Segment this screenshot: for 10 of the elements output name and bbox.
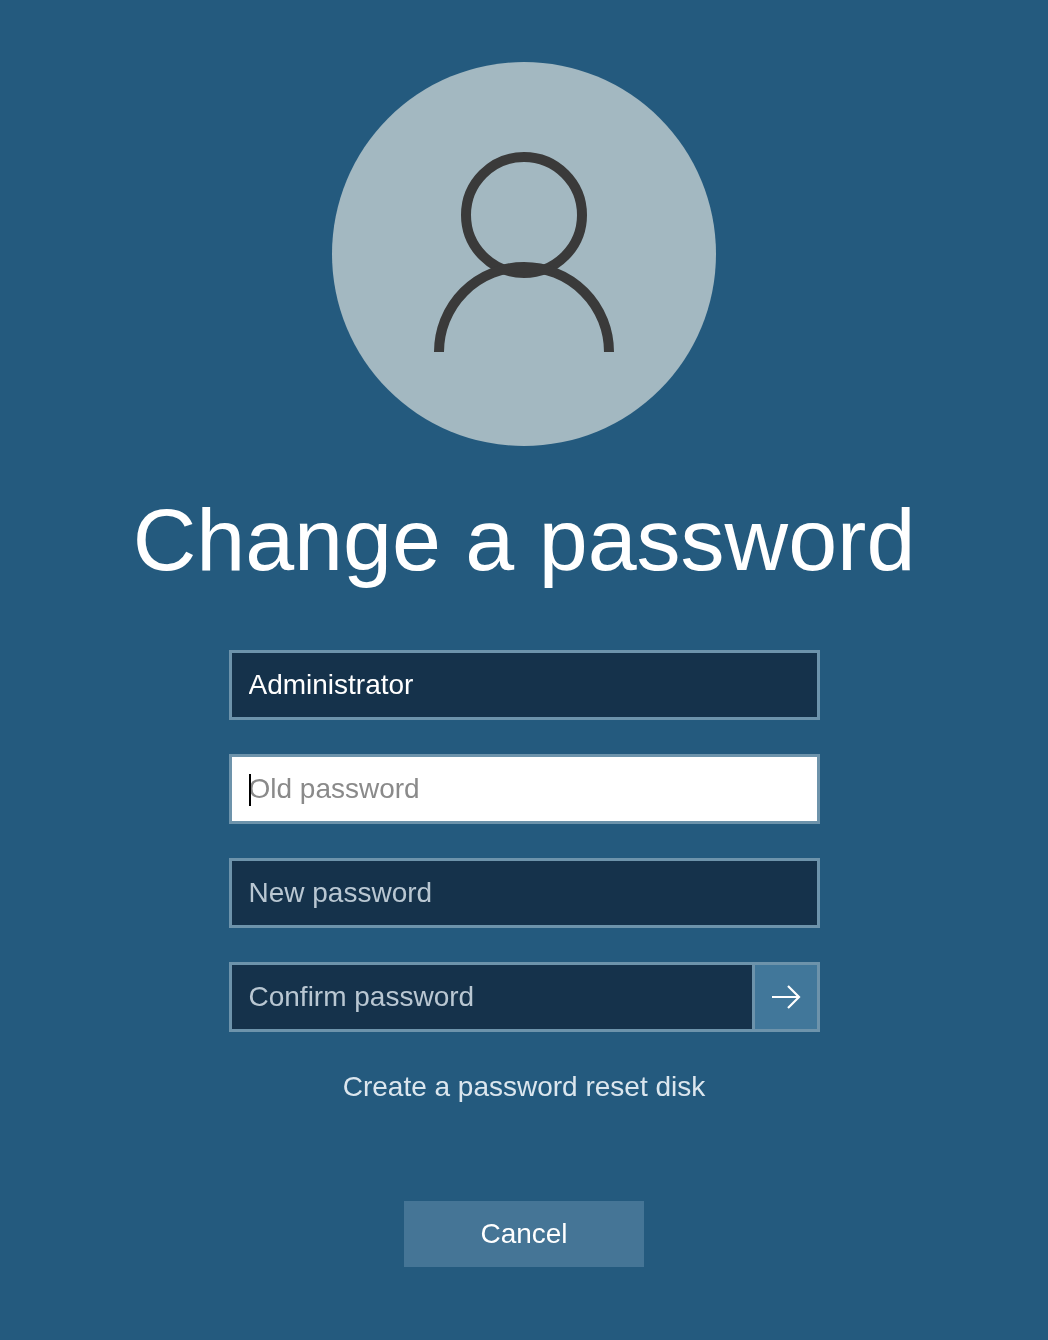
submit-button[interactable] bbox=[754, 962, 820, 1032]
password-field[interactable]: Confirm password bbox=[228, 962, 755, 1032]
page-title: Change a password bbox=[132, 490, 916, 590]
cancel-button[interactable]: Cancel bbox=[404, 1201, 644, 1267]
password-field[interactable]: Old password bbox=[228, 754, 820, 824]
reset-disk-link[interactable]: Create a password reset disk bbox=[342, 1069, 706, 1105]
password-field[interactable]: New password bbox=[228, 858, 820, 928]
text-caret bbox=[248, 774, 251, 806]
username-field[interactable]: Administrator bbox=[228, 650, 820, 720]
arrow-right-icon bbox=[769, 984, 802, 1010]
